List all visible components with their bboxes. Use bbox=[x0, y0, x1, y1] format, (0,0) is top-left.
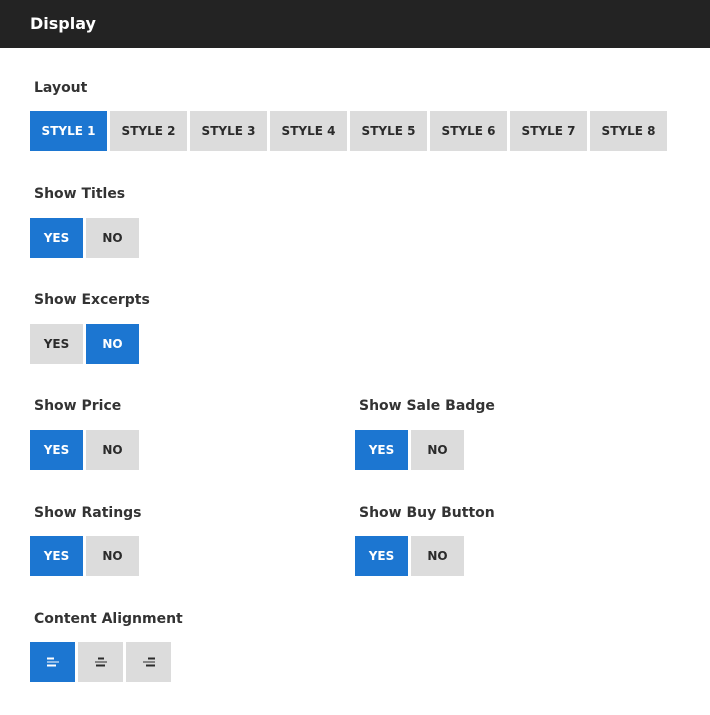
content-alignment-label: Content Alignment bbox=[34, 611, 183, 627]
layout-style-5-button[interactable]: STYLE 5 bbox=[350, 111, 427, 151]
show-excerpts-yes-button[interactable]: YES bbox=[30, 324, 83, 364]
layout-style-8-button[interactable]: STYLE 8 bbox=[590, 111, 667, 151]
show-price-toggle: YES NO bbox=[30, 430, 139, 470]
panel-header: Display bbox=[0, 0, 710, 48]
show-excerpts-toggle: YES NO bbox=[30, 324, 139, 364]
layout-style-7-button[interactable]: STYLE 7 bbox=[510, 111, 587, 151]
show-ratings-toggle: YES NO bbox=[30, 536, 139, 576]
show-ratings-yes-button[interactable]: YES bbox=[30, 536, 83, 576]
align-center-icon bbox=[94, 657, 107, 667]
panel-title: Display bbox=[30, 14, 96, 33]
display-panel: Display Layout STYLE 1 STYLE 2 STYLE 3 S… bbox=[0, 0, 710, 715]
layout-style-selector: STYLE 1 STYLE 2 STYLE 3 STYLE 4 STYLE 5 … bbox=[30, 111, 667, 151]
show-excerpts-label: Show Excerpts bbox=[34, 292, 150, 308]
layout-style-2-button[interactable]: STYLE 2 bbox=[110, 111, 187, 151]
show-price-yes-button[interactable]: YES bbox=[30, 430, 83, 470]
show-ratings-no-button[interactable]: NO bbox=[86, 536, 139, 576]
show-buy-button-label: Show Buy Button bbox=[359, 505, 495, 521]
layout-label: Layout bbox=[34, 80, 88, 96]
show-sale-badge-yes-button[interactable]: YES bbox=[355, 430, 408, 470]
layout-style-4-button[interactable]: STYLE 4 bbox=[270, 111, 347, 151]
show-sale-badge-label: Show Sale Badge bbox=[359, 398, 495, 414]
show-titles-label: Show Titles bbox=[34, 186, 126, 202]
align-left-icon bbox=[46, 657, 59, 667]
show-ratings-label: Show Ratings bbox=[34, 505, 142, 521]
align-center-button[interactable] bbox=[78, 642, 123, 682]
layout-style-3-button[interactable]: STYLE 3 bbox=[190, 111, 267, 151]
align-right-button[interactable] bbox=[126, 642, 171, 682]
show-titles-toggle: YES NO bbox=[30, 218, 139, 258]
show-price-label: Show Price bbox=[34, 398, 122, 414]
show-sale-badge-no-button[interactable]: NO bbox=[411, 430, 464, 470]
show-price-no-button[interactable]: NO bbox=[86, 430, 139, 470]
show-buy-button-no-button[interactable]: NO bbox=[411, 536, 464, 576]
show-buy-button-yes-button[interactable]: YES bbox=[355, 536, 408, 576]
layout-style-1-button[interactable]: STYLE 1 bbox=[30, 111, 107, 151]
show-sale-badge-toggle: YES NO bbox=[355, 430, 464, 470]
align-left-button[interactable] bbox=[30, 642, 75, 682]
show-buy-button-toggle: YES NO bbox=[355, 536, 464, 576]
align-right-icon bbox=[142, 657, 155, 667]
content-alignment-selector bbox=[30, 642, 171, 682]
layout-style-6-button[interactable]: STYLE 6 bbox=[430, 111, 507, 151]
show-excerpts-no-button[interactable]: NO bbox=[86, 324, 139, 364]
show-titles-yes-button[interactable]: YES bbox=[30, 218, 83, 258]
show-titles-no-button[interactable]: NO bbox=[86, 218, 139, 258]
